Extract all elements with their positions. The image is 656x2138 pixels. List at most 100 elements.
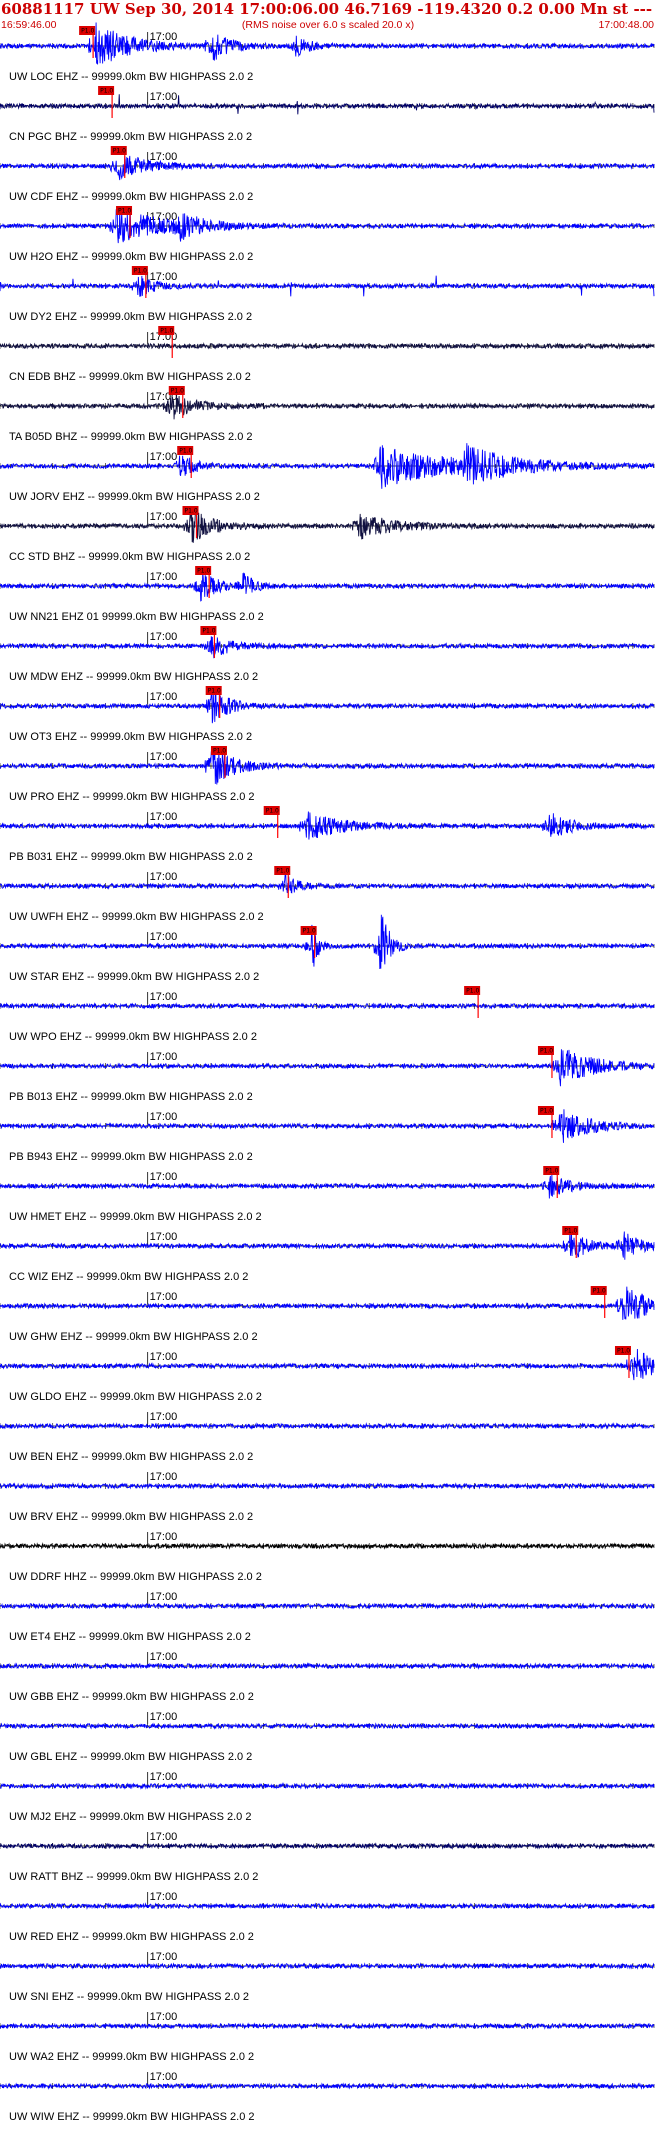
station-panel: 17:00P1.0 UW DY2 EHZ -- 99999.0km BW HIGH… [0,266,655,323]
minute-label: 17:00 [150,451,178,463]
trace-panels: 17:00P1.0UW LOC EHZ -- 99999.0km BW HIGH… [0,22,655,2123]
station-label: UW GBL EHZ -- 99999.0km BW HIGHPASS 2.0 … [9,1751,252,1763]
station-panel: 17:00 P1.0 UW HMET EHZ -- 99999.0km BW HIG… [0,1166,655,1223]
pick-label: P1.0 [171,388,184,395]
station-label: UW GHW EHZ -- 99999.0km BW HIGHPASS 2.0 … [9,1331,258,1343]
time-start: 16:59:46.00 [1,19,57,31]
waveform-trace [0,811,655,840]
minute-label: 17:00 [150,31,178,43]
station-panel: 17:00 UW DDRF HHZ -- 99999.0km BW HIGHPAS… [0,1531,655,1583]
station-label: CN PGC BHZ -- 99999.0km BW HIGHPASS 2.0 … [9,131,252,143]
minute-label: 17:00 [150,1471,178,1483]
pick-label: P1.0 [545,1168,558,1175]
station-label: UW JORV EHZ -- 99999.0km BW HIGHPASS 2.0… [9,491,260,503]
station-label: CC STD BHZ -- 99999.0km BW HIGHPASS 2.0 … [9,551,250,563]
waveform-trace [0,208,655,244]
station-label: UW MJ2 EHZ -- 99999.0km BW HIGHPASS 2.0 … [9,1811,251,1823]
minute-label: 17:00 [150,2071,178,2083]
waveform-trace [0,155,655,181]
minute-label: 17:00 [150,1291,178,1303]
station-panel: 17:00 UW ET4 EHZ -- 99999.0km BW HIGHPASS… [0,1591,655,1643]
waveform-trace [0,1174,655,1199]
minute-label: 17:00 [150,991,178,1003]
minute-label: 17:00 [150,511,178,523]
rms-noise-note: (RMS noise over 6.0 s scaled 20.0 x) [242,19,414,31]
seismogram-chart: 60881117 UW Sep 30, 2014 17:00:06.00 46.… [0,0,656,2123]
pick-label: P1.0 [213,748,226,755]
station-label: UW MDW EHZ -- 99999.0km BW HIGHPASS 2.0 … [9,671,258,683]
pick-label: P1.0 [303,928,316,935]
pick-label: P1.0 [540,1048,553,1055]
station-panel: 17:00 P1.0 UW MDW EHZ -- 99999.0km BW HIGH… [0,626,655,683]
minute-label: 17:00 [150,1051,178,1063]
station-label: UW UWFH EHZ -- 99999.0km BW HIGHPASS 2.0… [9,911,264,923]
minute-label: 17:00 [150,1231,178,1243]
station-panel: 17:00 P1.0 UW WPO EHZ -- 99999.0km BW HIGH… [0,986,655,1043]
station-label: UW HMET EHZ -- 99999.0km BW HIGHPASS 2.0… [9,1211,262,1223]
station-label: UW GLDO EHZ -- 99999.0km BW HIGHPASS 2.0… [9,1391,262,1403]
pick-label: P1.0 [118,208,131,215]
station-panel: 17:00 P1.0 CN PGC BHZ -- 99999.0km BW HIGH… [0,86,655,143]
station-label: UW SNI EHZ -- 99999.0km BW HIGHPASS 2.0 … [9,1991,249,2003]
time-end: 17:00:48.00 [599,19,655,31]
minute-label: 17:00 [150,931,178,943]
pick-label: P1.0 [134,268,147,275]
pick-label: P1.0 [197,568,210,575]
pick-label: P1.0 [184,508,197,515]
pick-label: P1.0 [564,1228,577,1235]
station-panel: 17:00 P1.0 UW LOC EHZ -- 99999.0km BW HIGH… [0,22,655,83]
station-panel: 17:00 P1.0 UW NN21 EHZ 01 99999.0km BW HIG… [0,566,655,623]
station-label: UW WA2 EHZ -- 99999.0km BW HIGHPASS 2.0 … [9,2051,254,2063]
pick-label: P1.0 [208,688,221,695]
station-panel: 17:00P1.0TA B05D BHZ -- 99999.0km BW HIG… [0,386,655,443]
station-label: PB B943 EHZ -- 99999.0km BW HIGHPASS 2.0… [9,1151,253,1163]
minute-label: 17:00 [150,1831,178,1843]
station-label: UW STAR EHZ -- 99999.0km BW HIGHPASS 2.0… [9,971,259,983]
station-label: UW GBB EHZ -- 99999.0km BW HIGHPASS 2.0 … [9,1691,254,1703]
minute-label: 17:00 [150,1351,178,1363]
station-panel: 17:00 UW SNI EHZ -- 99999.0km BW HIGHPASS… [0,1951,655,2003]
station-label: UW RATT BHZ -- 99999.0km BW HIGHPASS 2.0… [9,1871,258,1883]
station-panel: 17:00P1.0UW H2O EHZ -- 99999.0km BW HIGH… [0,206,655,263]
station-label: UW PRO EHZ -- 99999.0km BW HIGHPASS 2.0 … [9,791,255,803]
station-panel: 17:00 UW WA2 EHZ -- 99999.0km BW HIGHPASS… [0,2011,655,2063]
station-panel: 17:00 UW GBB EHZ -- 99999.0km BW HIGHPASS… [0,1651,655,1703]
minute-label: 17:00 [150,1591,178,1603]
minute-label: 17:00 [150,1711,178,1723]
station-label: UW RED EHZ -- 99999.0km BW HIGHPASS 2.0 … [9,1931,254,1943]
minute-label: 17:00 [150,1171,178,1183]
station-label: UW ET4 EHZ -- 99999.0km BW HIGHPASS 2.0 … [9,1631,251,1643]
minute-label: 17:00 [150,571,178,583]
pick-label: P1.0 [593,1288,606,1295]
station-panel: 17:00 UW RATT BHZ -- 99999.0km BW HIGHPAS… [0,1831,655,1883]
waveform-trace [0,1348,655,1381]
minute-label: 17:00 [150,751,178,763]
pick-label: P1.0 [179,448,192,455]
waveform-trace [0,1286,655,1320]
pick-label: P1.0 [266,808,279,815]
station-label: UW H2O EHZ -- 99999.0km BW HIGHPASS 2.0 … [9,251,253,263]
waveform-trace [0,689,655,724]
station-panel: 17:00 P1.0 UW PRO EHZ -- 99999.0km BW HIGH… [0,746,655,803]
station-panel: 17:00P1.0CN EDB BHZ -- 99999.0km BW HIGH… [0,326,655,383]
station-panel: 17:00 UW RED EHZ -- 99999.0km BW HIGHPASS… [0,1891,655,1943]
station-panel: 17:00 P1.0 CC STD BHZ -- 99999.0km BW HIGH… [0,506,655,563]
waveform-trace [0,394,655,420]
minute-label: 17:00 [150,1951,178,1963]
station-label: UW WPO EHZ -- 99999.0km BW HIGHPASS 2.0 … [9,1031,257,1043]
station-panel: 17:00 UW WIW EHZ -- 99999.0km BW HIGHPASS… [0,2071,655,2123]
waveform-trace [0,443,655,489]
pick-label: P1.0 [466,988,479,995]
station-label: UW NN21 EHZ 01 99999.0km BW HIGHPASS 2.0… [9,611,264,623]
minute-label: 17:00 [150,1771,178,1783]
waveform-trace [0,275,655,297]
waveform-trace [0,872,655,894]
minute-label: 17:00 [150,691,178,703]
station-panel: 17:00 UW BEN EHZ -- 99999.0km BW HIGHPASS… [0,1411,655,1463]
pick-label: P1.0 [100,88,113,95]
pick-label: P1.0 [113,148,126,155]
station-panel: 17:00 P1.0 UW STAR EHZ -- 99999.0km BW HIG… [0,914,655,983]
station-panel: 17:00 P1.0 UW GHW EHZ -- 99999.0km BW HIGH… [0,1286,655,1343]
station-label: UW WIW EHZ -- 99999.0km BW HIGHPASS 2.0 … [9,2111,255,2123]
minute-label: 17:00 [150,271,178,283]
